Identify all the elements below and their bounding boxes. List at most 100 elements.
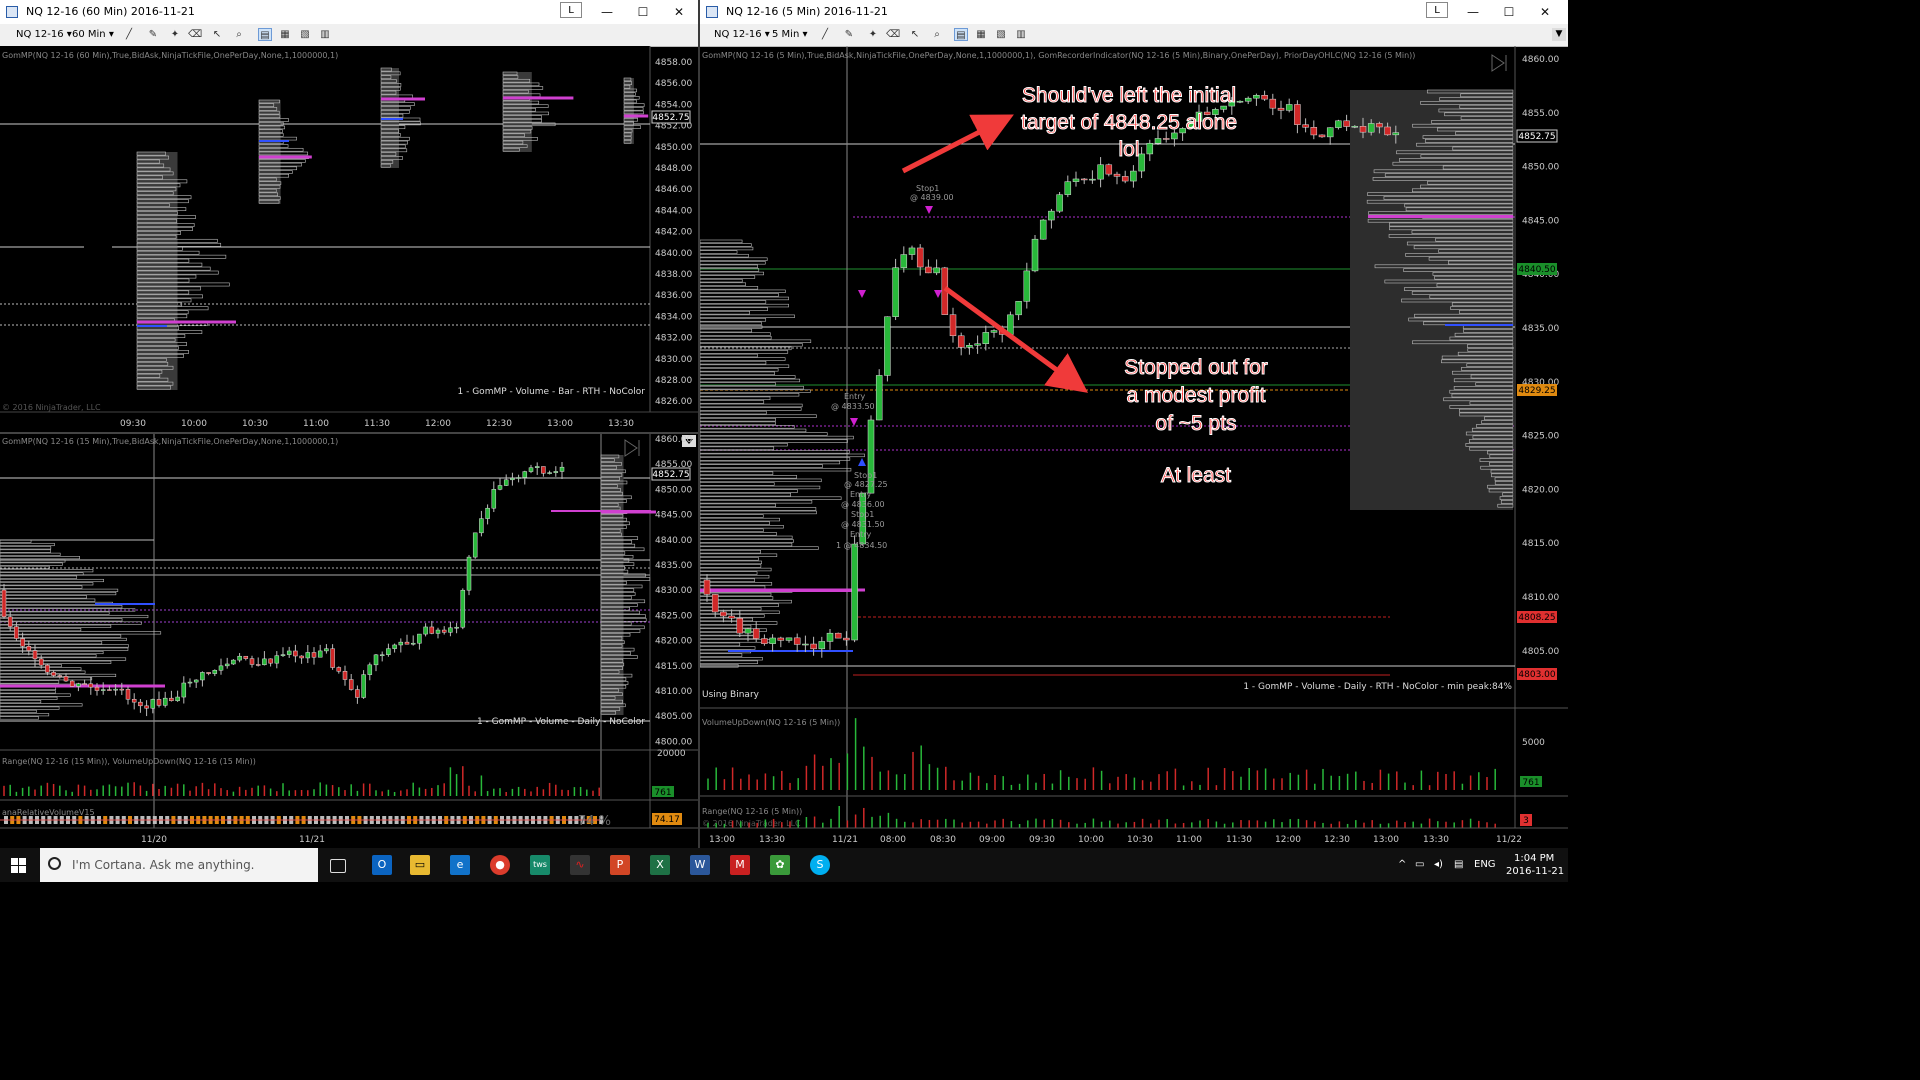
- volume-profiles-5min: [700, 89, 1514, 668]
- scroll-end-icon[interactable]: [1491, 54, 1507, 72]
- poc-line: [551, 510, 651, 512]
- profile-row: [0, 644, 129, 648]
- edge-icon[interactable]: e: [450, 855, 470, 875]
- profile-row: [0, 637, 127, 641]
- price-axis-label: 4815.00: [655, 662, 692, 672]
- time-label: 12:30: [486, 419, 512, 429]
- profile-row: [700, 467, 852, 472]
- message-icon[interactable]: ▤: [1454, 848, 1463, 882]
- profile-row: [0, 654, 97, 658]
- candle-body: [1318, 134, 1326, 138]
- entry-label: Entry: [850, 530, 872, 539]
- left-chart-window: NQ 12-16 (60 Min) 2016-11-21 L — ☐ ✕ NQ …: [0, 0, 698, 848]
- excel-icon[interactable]: X: [650, 855, 670, 875]
- show-hidden-icons-icon[interactable]: ^: [1398, 848, 1406, 882]
- language-indicator[interactable]: ENG: [1474, 848, 1496, 882]
- green-app-icon[interactable]: ✿: [770, 855, 790, 875]
- cortana-search-box[interactable]: I'm Cortana. Ask me anything.: [40, 848, 318, 882]
- candle-body: [720, 611, 727, 617]
- powerpoint-icon[interactable]: P: [610, 855, 630, 875]
- profile-row: [700, 250, 738, 254]
- price-axis-label: 4820.00: [1522, 485, 1559, 495]
- tws-icon[interactable]: tws: [530, 855, 550, 875]
- profile-row: [700, 364, 790, 368]
- profile-row: [700, 485, 821, 490]
- candle-body: [466, 556, 472, 591]
- candle-body: [933, 267, 940, 274]
- range-badge-value: 3: [1523, 816, 1529, 826]
- price-badge-value: 4840.50: [1518, 265, 1555, 275]
- ninjatrader-taskbar-icon[interactable]: ∿: [570, 855, 590, 875]
- clock-date[interactable]: 2016-11-21: [1506, 865, 1564, 879]
- chart-caption: 1 - GomMP - Volume - Daily - NoColor: [477, 717, 645, 727]
- profile-row: [700, 332, 771, 336]
- candle-body: [1130, 170, 1137, 182]
- candle-body: [1072, 178, 1080, 182]
- profile-row: [700, 442, 788, 447]
- time-label: 08:00: [880, 835, 906, 845]
- word-icon[interactable]: W: [690, 855, 710, 875]
- clock-time[interactable]: 1:04 PM: [1514, 852, 1554, 866]
- candle-body: [843, 637, 850, 641]
- sub-axis-label: 20000: [657, 749, 686, 759]
- volume-badge-value: 761: [1522, 778, 1539, 788]
- profile-row: [0, 595, 87, 599]
- candle-body: [547, 472, 552, 474]
- time-label: 09:30: [120, 419, 146, 429]
- network-icon[interactable]: ▭: [1415, 848, 1424, 882]
- candle-body: [410, 642, 416, 645]
- profile-row: [700, 592, 772, 597]
- candle-body: [398, 641, 404, 646]
- profile-row: [0, 706, 60, 710]
- sub-indicator-label: Range(NQ 12-16 (15 Min)), VolumeUpDown(N…: [2, 757, 256, 766]
- candle-body: [1089, 178, 1096, 181]
- candle-body: [908, 247, 916, 255]
- profile-row: [700, 503, 776, 507]
- candle-body: [1056, 194, 1063, 212]
- profile-row: [700, 350, 789, 354]
- profile-row: [700, 368, 779, 372]
- windows-start-icon[interactable]: [11, 858, 26, 873]
- profile-row: [0, 677, 93, 681]
- candle-body: [528, 467, 534, 472]
- price-axis-label: 4815.00: [1522, 539, 1559, 549]
- profile-row: [700, 264, 758, 269]
- candle-body: [1302, 124, 1309, 128]
- price-axis-label: 4855.00: [1522, 109, 1559, 119]
- profile-row: [700, 517, 780, 522]
- task-view-icon[interactable]: [330, 859, 346, 873]
- candle-body: [1236, 100, 1244, 103]
- outlook-icon[interactable]: O: [372, 855, 392, 875]
- profile-row: [700, 660, 758, 664]
- candle-body: [348, 679, 354, 690]
- price-axis-label: 4825.00: [655, 611, 692, 621]
- profile-row: [0, 700, 42, 704]
- candle-body: [441, 629, 447, 633]
- price-axis-label: 4840.00: [655, 536, 692, 546]
- profile-row: [700, 653, 743, 657]
- volume-icon[interactable]: ◂): [1434, 848, 1443, 882]
- candle-body: [510, 477, 515, 481]
- stop-price: @ 4839.00: [910, 193, 954, 202]
- sell-marker: [850, 418, 858, 426]
- candle-body: [503, 479, 509, 486]
- candle-body: [1285, 104, 1293, 111]
- profile-row: [0, 611, 110, 615]
- left-chart-canvas[interactable]: GomMP(NQ 12-16 (60 Min),True,BidAsk,Ninj…: [0, 0, 698, 848]
- profile-row: [0, 631, 162, 635]
- profile-row: [700, 296, 789, 301]
- candle-body: [162, 697, 168, 706]
- profile-row: [700, 314, 795, 318]
- chrome-icon[interactable]: ●: [490, 855, 510, 875]
- red-app-icon[interactable]: M: [730, 855, 750, 875]
- candle-body: [1023, 270, 1031, 302]
- candle-body: [744, 628, 752, 634]
- skype-icon[interactable]: S: [810, 855, 830, 875]
- candle-body: [777, 637, 785, 641]
- right-chart-canvas[interactable]: GomMP(NQ 12-16 (5 Min),True,BidAsk,Ninja…: [700, 0, 1568, 848]
- candle-body: [156, 699, 162, 706]
- file-explorer-icon[interactable]: ▭: [410, 855, 430, 875]
- candle-body: [1261, 95, 1268, 100]
- candle-body: [100, 689, 106, 691]
- scroll-end-icon[interactable]: [624, 439, 640, 457]
